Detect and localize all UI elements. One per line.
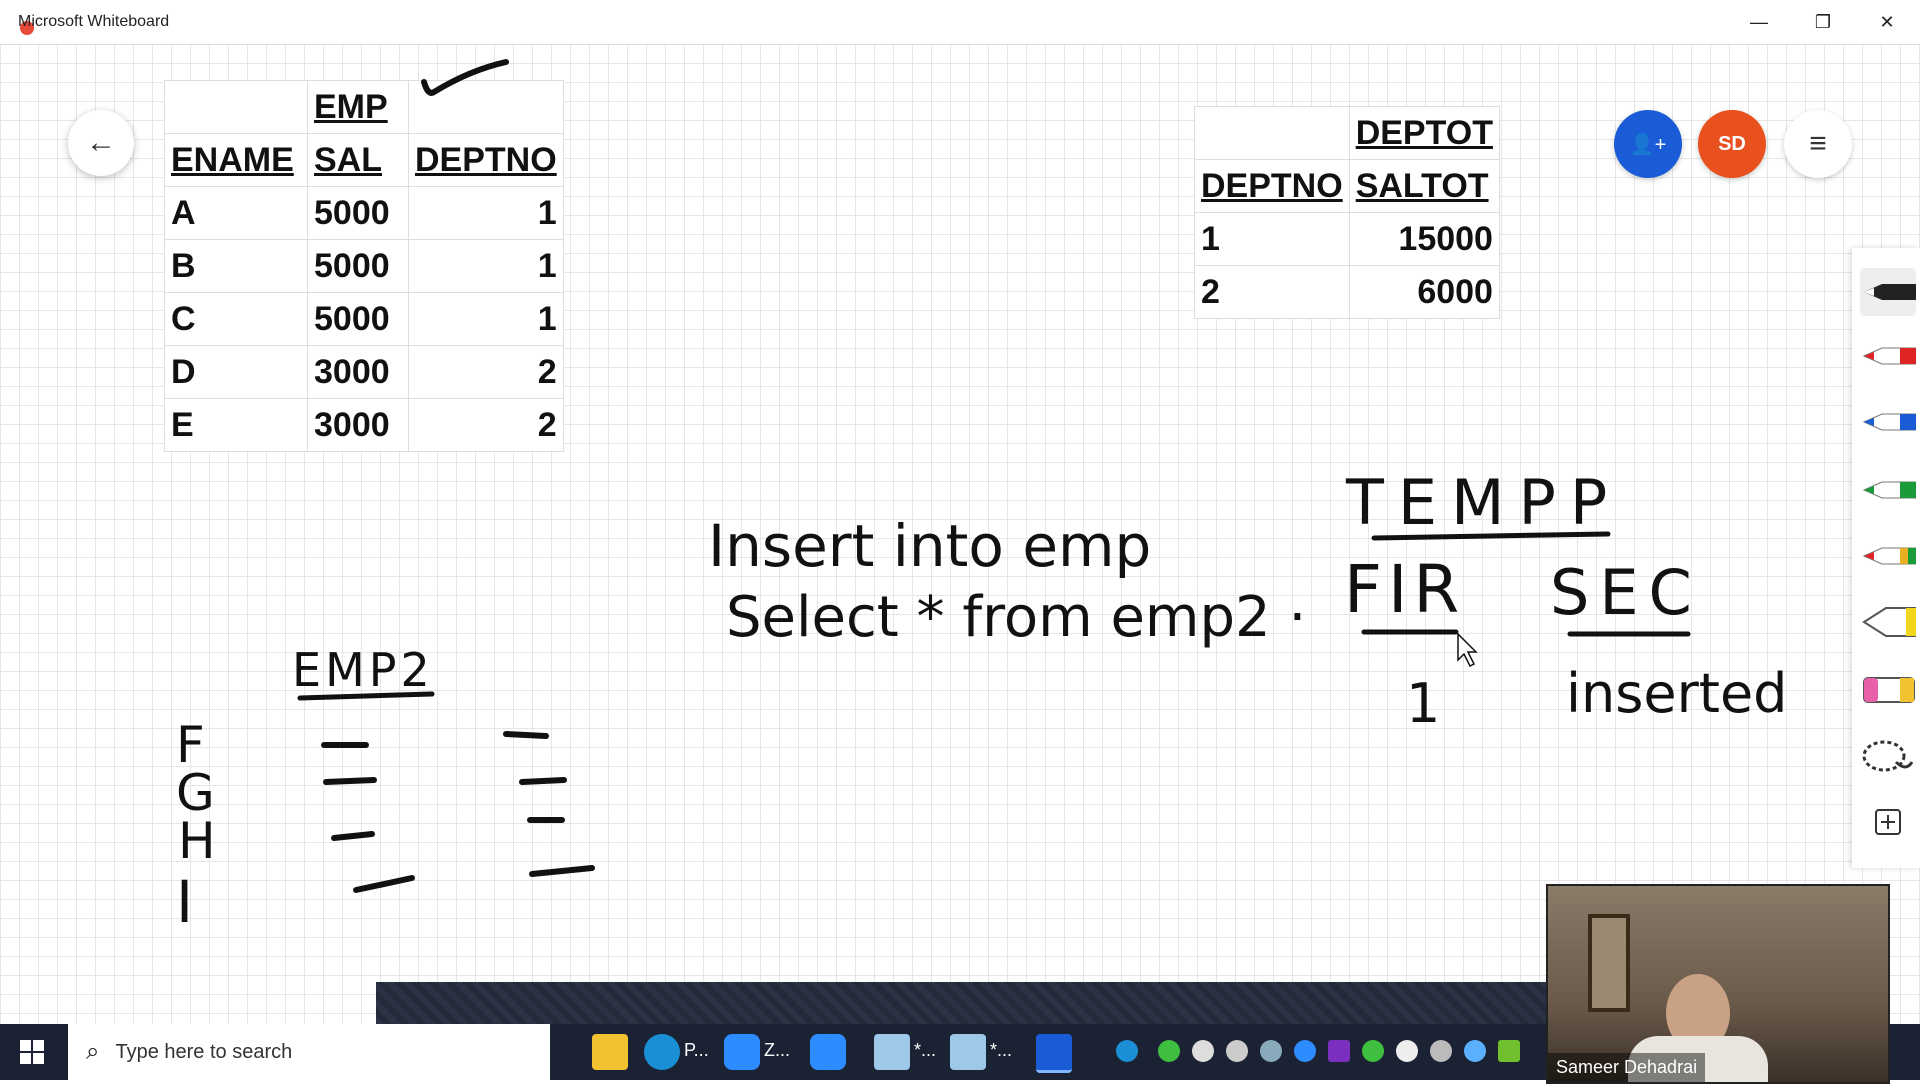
ink-tempp-label: TEMPP [1345, 466, 1621, 539]
participant-name: Sameer Dehadrai [1548, 1053, 1706, 1082]
notepad-icon-2[interactable] [950, 1034, 986, 1070]
check-icon[interactable] [1158, 1040, 1180, 1062]
window-title: Microsoft Whiteboard [18, 13, 170, 30]
shield-icon[interactable] [1396, 1040, 1418, 1062]
ink-row-i: I [176, 868, 193, 936]
search-placeholder: Type here to search [115, 1040, 293, 1063]
microphone-icon[interactable] [1192, 1040, 1214, 1062]
restore-button[interactable]: ❐ [1800, 8, 1846, 36]
ink-emp2-label: EMP2 [292, 643, 434, 697]
ink-line2: Select * from emp2 · [726, 585, 1306, 650]
ink-line1: Insert into emp [708, 512, 1151, 580]
screen-share-banner [376, 982, 1546, 1024]
file-explorer-icon[interactable] [592, 1034, 628, 1070]
wall-frame [1588, 914, 1630, 1012]
notepad-icon[interactable] [874, 1034, 910, 1070]
battery-icon[interactable] [1226, 1040, 1248, 1062]
ink-sec-label: SEC [1550, 556, 1702, 629]
wifi-icon[interactable] [1430, 1040, 1452, 1062]
windows-start-icon[interactable] [20, 1040, 44, 1064]
checkmark-ink [421, 59, 509, 96]
zoom-meeting-icon[interactable] [810, 1034, 846, 1070]
ink-dashes [321, 731, 595, 893]
help-icon[interactable] [1116, 1040, 1138, 1062]
close-button[interactable]: ✕ [1864, 8, 1910, 36]
edge-window-label[interactable]: P... [684, 1040, 709, 1061]
search-icon: ⌕ [86, 1038, 100, 1065]
ink-sec-value: inserted [1566, 662, 1787, 725]
notepad-window-label-1[interactable]: *... [914, 1040, 936, 1061]
ink-fir-value: 1 [1406, 672, 1440, 735]
taskbar-search-box[interactable]: ⌕ Type here to search [68, 1024, 550, 1080]
snowflake-icon[interactable] [1464, 1040, 1486, 1062]
steam-icon[interactable] [1260, 1040, 1282, 1062]
whiteboard-app-icon[interactable] [1036, 1034, 1072, 1073]
mouse-cursor-icon [1457, 632, 1478, 668]
title-bar: Microsoft Whiteboard — ❐ ✕ [0, 0, 1920, 45]
zoom-icon[interactable] [724, 1034, 760, 1070]
notepad-window-label-2[interactable]: *... [990, 1040, 1012, 1061]
zoom-window-label[interactable]: Z... [764, 1040, 790, 1061]
minimize-button[interactable]: — [1736, 8, 1782, 36]
zoom-tray-icon[interactable] [1294, 1040, 1316, 1062]
xbox-icon[interactable] [1362, 1040, 1384, 1062]
video-feed[interactable]: Sameer Dehadrai [1546, 884, 1890, 1084]
nvidia-icon[interactable] [1498, 1040, 1520, 1062]
ink-fir-label: FIR [1344, 551, 1465, 628]
onenote-icon[interactable] [1328, 1040, 1350, 1062]
ink-row-h: H [178, 812, 216, 870]
edge-browser-icon[interactable] [644, 1034, 680, 1070]
